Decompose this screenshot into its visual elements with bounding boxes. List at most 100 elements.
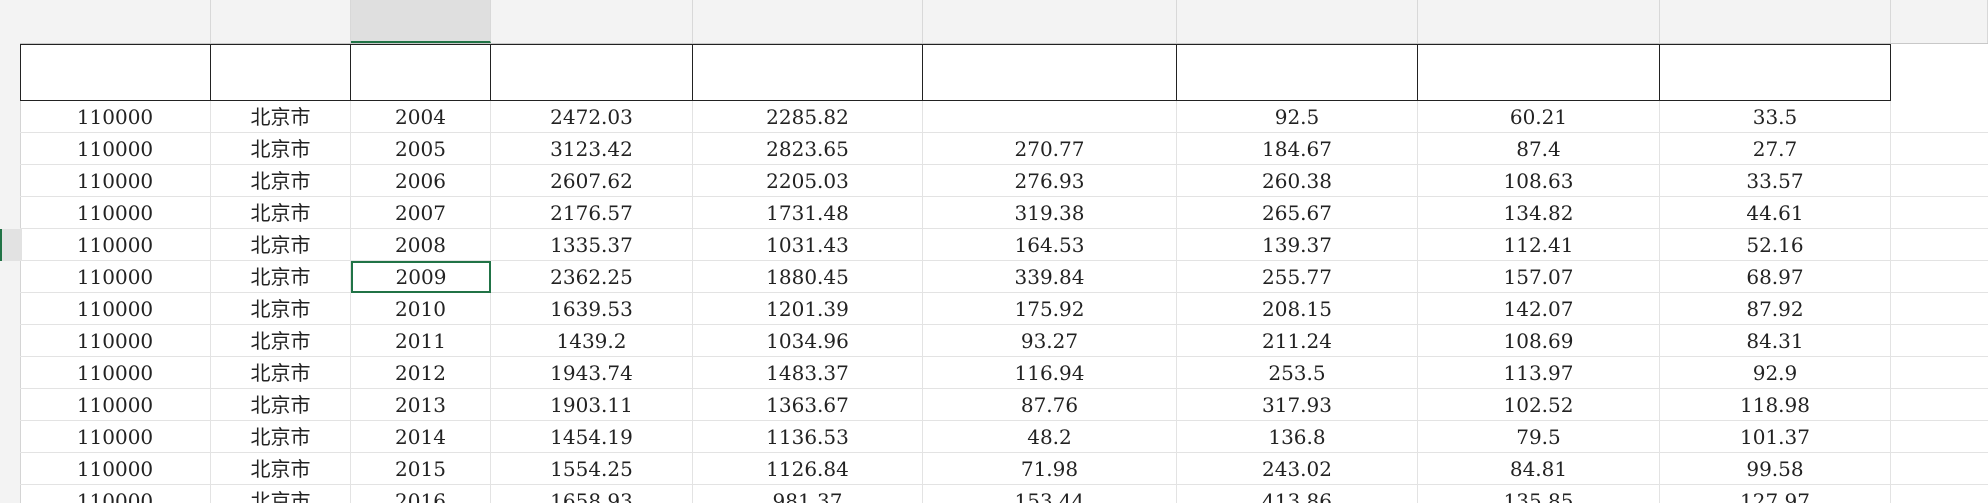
table-cell[interactable]: 2012 (351, 357, 491, 389)
table-cell[interactable]: 北京市 (211, 133, 351, 165)
table-cell[interactable]: 1639.53 (491, 293, 693, 325)
table-cell[interactable]: 1903.11 (491, 389, 693, 421)
row-header-13[interactable] (0, 421, 20, 453)
row-header-12[interactable] (0, 389, 20, 421)
table-cell[interactable]: 265.67 (1177, 197, 1418, 229)
table-cell[interactable]: 1363.67 (693, 389, 923, 421)
table-cell[interactable]: 1658.93 (491, 485, 693, 503)
empty-cell-j[interactable] (1891, 485, 1988, 503)
table-cell[interactable]: 135.85 (1418, 485, 1660, 503)
empty-cell-j[interactable] (1891, 101, 1988, 133)
column-header-i[interactable] (1660, 0, 1891, 43)
header-cell[interactable] (491, 44, 693, 101)
table-cell[interactable]: 2285.82 (693, 101, 923, 133)
table-cell[interactable]: 1454.19 (491, 421, 693, 453)
table-cell[interactable]: 110000 (20, 453, 211, 485)
header-cell[interactable] (1418, 44, 1660, 101)
table-cell[interactable]: 112.41 (1418, 229, 1660, 261)
column-header-b[interactable] (211, 0, 351, 43)
table-cell[interactable]: 1136.53 (693, 421, 923, 453)
row-header-3[interactable] (0, 101, 20, 133)
table-cell[interactable]: 110000 (20, 421, 211, 453)
table-cell[interactable]: 2014 (351, 421, 491, 453)
table-cell[interactable]: 110000 (20, 357, 211, 389)
column-header-a[interactable] (20, 0, 211, 43)
table-cell[interactable]: 1483.37 (693, 357, 923, 389)
column-header-g[interactable] (1177, 0, 1418, 43)
table-cell[interactable]: 92.9 (1660, 357, 1891, 389)
table-cell[interactable]: 2007 (351, 197, 491, 229)
empty-cell-j[interactable] (1891, 293, 1988, 325)
table-cell[interactable]: 157.07 (1418, 261, 1660, 293)
table-cell[interactable]: 1335.37 (491, 229, 693, 261)
table-cell[interactable]: 44.61 (1660, 197, 1891, 229)
empty-cell-j[interactable] (1891, 325, 1988, 357)
table-cell[interactable]: 北京市 (211, 325, 351, 357)
row-header-8[interactable] (0, 261, 20, 293)
table-cell[interactable]: 139.37 (1177, 229, 1418, 261)
row-header-7[interactable] (0, 229, 22, 261)
row-header-9[interactable] (0, 293, 20, 325)
empty-cell-j[interactable] (1891, 165, 1988, 197)
table-cell[interactable]: 208.15 (1177, 293, 1418, 325)
table-cell[interactable]: 92.5 (1177, 101, 1418, 133)
table-cell[interactable]: 87.92 (1660, 293, 1891, 325)
table-cell[interactable]: 北京市 (211, 453, 351, 485)
table-cell[interactable]: 北京市 (211, 165, 351, 197)
header-cell[interactable] (20, 44, 211, 101)
table-cell[interactable]: 270.77 (923, 133, 1177, 165)
table-cell[interactable]: 北京市 (211, 197, 351, 229)
table-cell[interactable]: 2008 (351, 229, 491, 261)
table-cell[interactable]: 33.57 (1660, 165, 1891, 197)
table-cell[interactable]: 84.31 (1660, 325, 1891, 357)
table-cell[interactable]: 136.8 (1177, 421, 1418, 453)
table-cell[interactable]: 87.4 (1418, 133, 1660, 165)
row-header-5[interactable] (0, 165, 20, 197)
table-cell[interactable]: 北京市 (211, 293, 351, 325)
table-cell[interactable]: 1126.84 (693, 453, 923, 485)
table-cell[interactable]: 北京市 (211, 357, 351, 389)
table-cell[interactable]: 319.38 (923, 197, 1177, 229)
table-cell[interactable]: 2607.62 (491, 165, 693, 197)
table-cell[interactable]: 2005 (351, 133, 491, 165)
table-cell[interactable]: 108.69 (1418, 325, 1660, 357)
table-cell[interactable]: 3123.42 (491, 133, 693, 165)
table-cell[interactable]: 84.81 (1418, 453, 1660, 485)
table-cell[interactable]: 110000 (20, 293, 211, 325)
table-cell[interactable] (923, 101, 1177, 133)
table-cell[interactable]: 260.38 (1177, 165, 1418, 197)
table-cell[interactable]: 118.98 (1660, 389, 1891, 421)
table-cell[interactable]: 2362.25 (491, 261, 693, 293)
table-cell[interactable]: 48.2 (923, 421, 1177, 453)
table-cell[interactable]: 108.63 (1418, 165, 1660, 197)
selected-cell[interactable]: 2009 (351, 261, 491, 293)
table-cell[interactable]: 134.82 (1418, 197, 1660, 229)
table-cell[interactable]: 93.27 (923, 325, 1177, 357)
table-cell[interactable]: 68.97 (1660, 261, 1891, 293)
table-cell[interactable]: 255.77 (1177, 261, 1418, 293)
table-cell[interactable]: 2010 (351, 293, 491, 325)
row-header-10[interactable] (0, 325, 20, 357)
table-cell[interactable]: 981.37 (693, 485, 923, 503)
empty-cell-j[interactable] (1891, 421, 1988, 453)
table-cell[interactable]: 北京市 (211, 229, 351, 261)
table-cell[interactable]: 253.5 (1177, 357, 1418, 389)
column-header-d[interactable] (491, 0, 693, 43)
table-cell[interactable]: 110000 (20, 261, 211, 293)
table-cell[interactable]: 2205.03 (693, 165, 923, 197)
table-cell[interactable]: 79.5 (1418, 421, 1660, 453)
table-cell[interactable]: 60.21 (1418, 101, 1660, 133)
table-cell[interactable]: 2011 (351, 325, 491, 357)
table-cell[interactable]: 142.07 (1418, 293, 1660, 325)
empty-cell-j[interactable] (1891, 229, 1988, 261)
table-cell[interactable]: 北京市 (211, 485, 351, 503)
table-cell[interactable]: 北京市 (211, 389, 351, 421)
table-cell[interactable]: 110000 (20, 133, 211, 165)
header-cell[interactable] (1177, 44, 1418, 101)
table-cell[interactable]: 110000 (20, 325, 211, 357)
table-cell[interactable]: 101.37 (1660, 421, 1891, 453)
table-cell[interactable]: 52.16 (1660, 229, 1891, 261)
table-cell[interactable]: 2006 (351, 165, 491, 197)
table-cell[interactable]: 2004 (351, 101, 491, 133)
empty-cell-j[interactable] (1891, 261, 1988, 293)
